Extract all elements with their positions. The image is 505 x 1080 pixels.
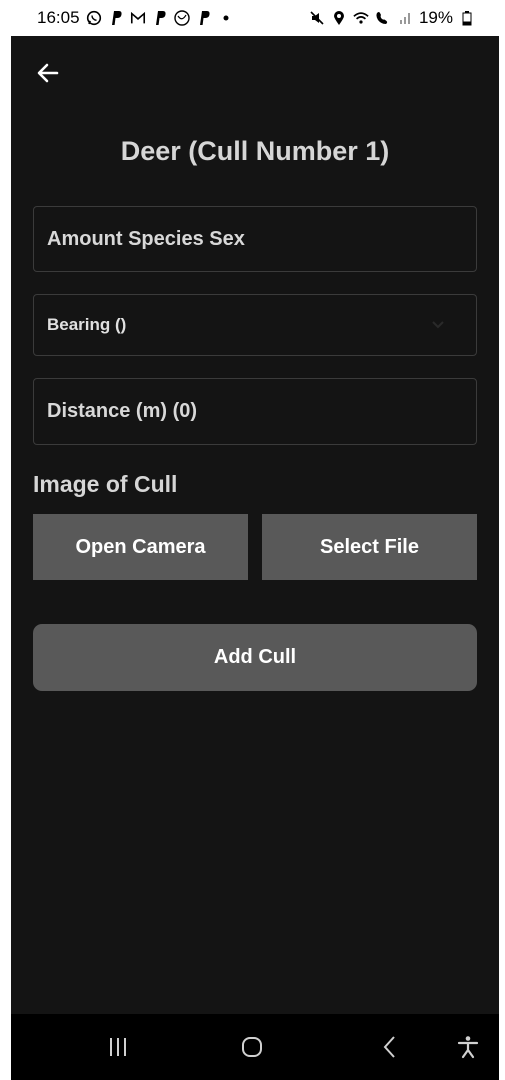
paypal-icon (152, 10, 168, 26)
back-button[interactable] (33, 58, 63, 88)
wifi-icon (353, 10, 369, 26)
page-title: Deer (Cull Number 1) (120, 136, 390, 166)
status-right: 19% (309, 8, 475, 28)
status-bar: 16:05 19% (11, 0, 499, 36)
home-icon[interactable] (237, 1034, 267, 1060)
virgin-icon (173, 10, 190, 26)
signal-icon (397, 10, 413, 26)
paypal-icon (196, 10, 212, 26)
bearing-select-value: Bearing () (47, 315, 127, 334)
image-of-cull-label: Image of Cull (33, 471, 178, 497)
location-icon (331, 10, 347, 26)
distance-field[interactable] (33, 378, 477, 445)
amount-species-sex-input[interactable] (47, 227, 463, 251)
navigation-bar (11, 1014, 499, 1080)
status-left: 16:05 (37, 8, 234, 28)
distance-input[interactable] (47, 400, 463, 423)
bearing-select[interactable]: Bearing () (33, 294, 477, 356)
amount-species-sex-field[interactable] (33, 206, 477, 272)
app-screen: 16:05 19% Deer (Cull Number 1) Amount Sp… (11, 0, 499, 1080)
battery-icon (459, 10, 475, 26)
wifi-calling-icon (375, 10, 391, 26)
back-icon[interactable] (375, 1034, 405, 1060)
accessibility-icon[interactable] (453, 1034, 483, 1060)
whatsapp-icon (86, 10, 102, 26)
gmail-icon (130, 10, 146, 26)
recent-apps-icon[interactable] (103, 1034, 133, 1060)
paypal-icon (108, 10, 124, 26)
arrow-left-icon (37, 63, 59, 83)
open-camera-button[interactable]: Open Camera (33, 514, 248, 580)
battery-percent: 19% (418, 8, 453, 27)
mute-icon (309, 10, 325, 26)
chevron-down-icon (431, 320, 445, 330)
select-file-button[interactable]: Select File (262, 514, 477, 580)
add-cull-button[interactable]: Add Cull (33, 624, 477, 691)
clock: 16:05 (37, 8, 80, 27)
dot-icon (218, 10, 234, 26)
